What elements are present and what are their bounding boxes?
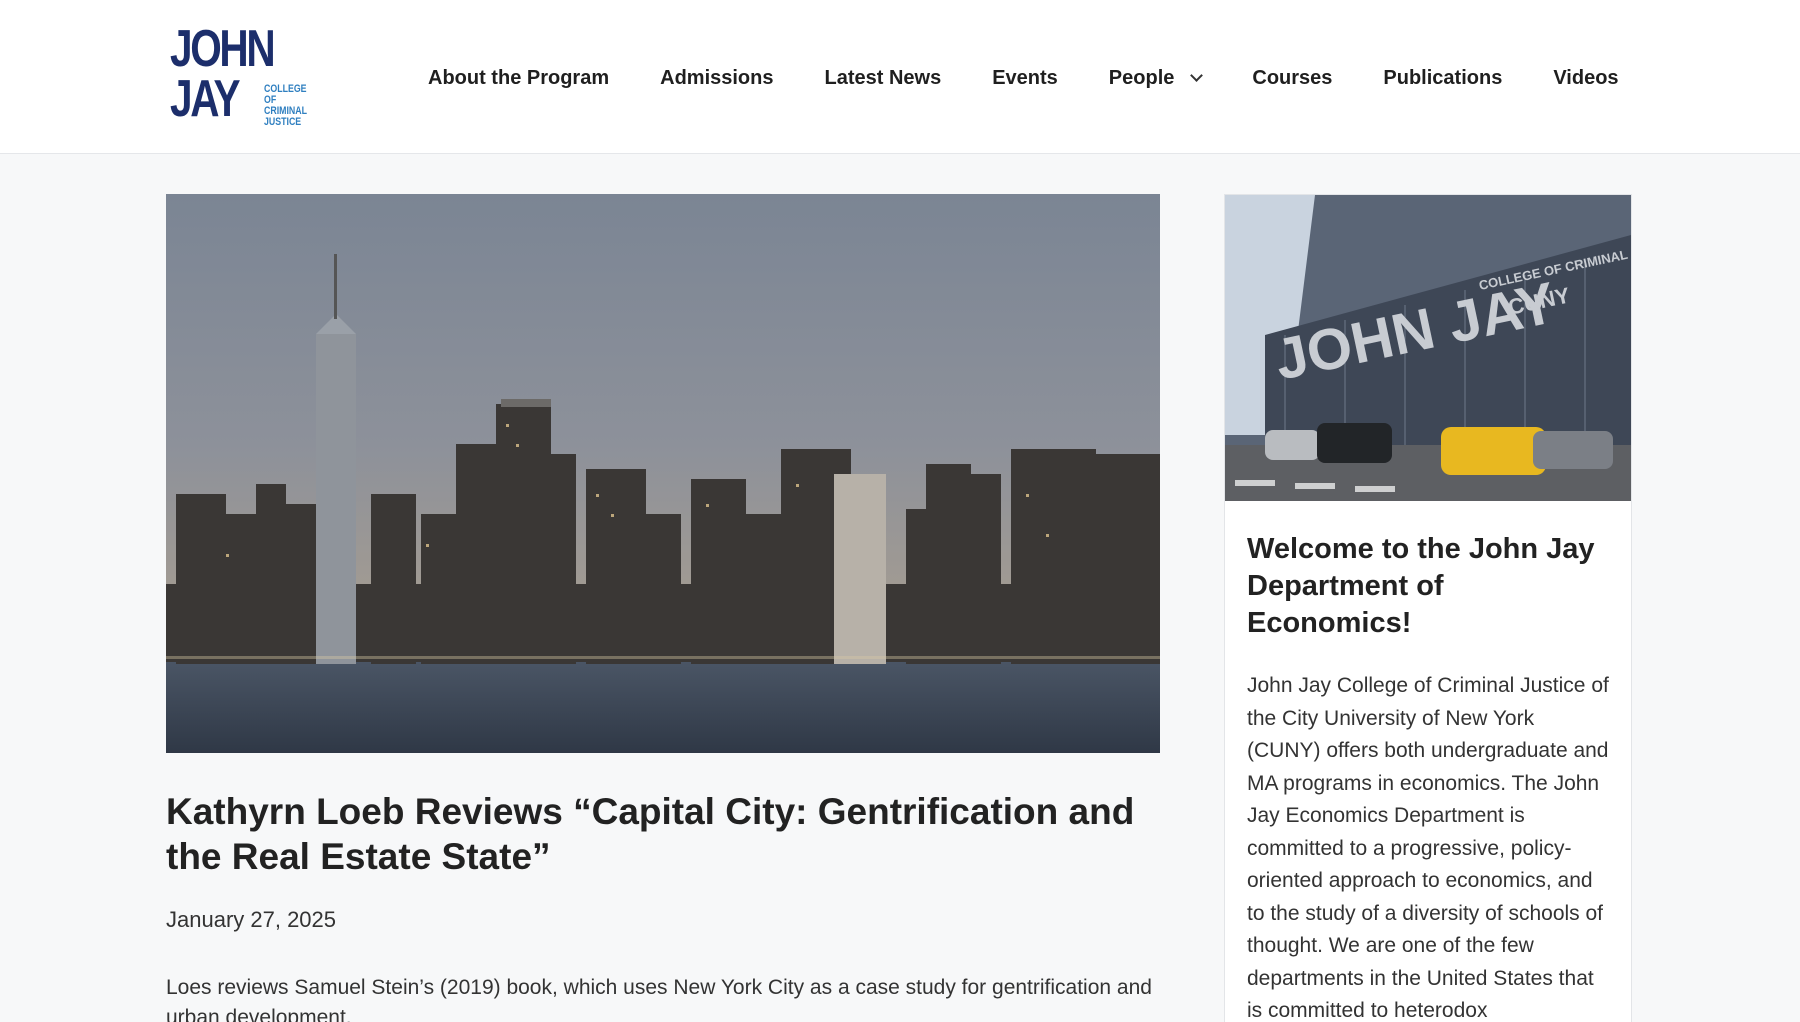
nav-events[interactable]: Events bbox=[992, 67, 1058, 90]
nav-courses[interactable]: Courses bbox=[1252, 67, 1332, 90]
logo-wordmark: JOHN JAY bbox=[170, 20, 276, 128]
sidebar-title: Welcome to the John Jay Department of Ec… bbox=[1247, 533, 1595, 639]
nav-videos[interactable]: Videos bbox=[1553, 67, 1618, 90]
chevron-down-icon bbox=[1190, 68, 1204, 82]
nav-people[interactable]: People bbox=[1108, 66, 1204, 90]
article-title[interactable]: Kathyrn Loeb Reviews “Capital City: Gent… bbox=[166, 789, 1146, 879]
article-excerpt: Loes reviews Samuel Stein’s (2019) book,… bbox=[166, 976, 1152, 1022]
nav-latest-news[interactable]: Latest News bbox=[824, 67, 941, 90]
hero-image-skyline[interactable] bbox=[166, 194, 1160, 753]
skyline-illustration bbox=[166, 194, 1160, 753]
john-jay-logo[interactable]: JOHN JAY COLLEGE OF CRIMINAL JUSTICE bbox=[170, 20, 316, 130]
building-illustration: JOHN JAY COLLEGE OF CRIMINAL JUSTICE CUN… bbox=[1225, 195, 1631, 501]
sidebar-image-john-jay-building: JOHN JAY COLLEGE OF CRIMINAL JUSTICE CUN… bbox=[1225, 195, 1631, 501]
nav-publications[interactable]: Publications bbox=[1383, 67, 1502, 90]
logo-subtitle: COLLEGE OF CRIMINAL JUSTICE bbox=[264, 83, 308, 128]
article-date: January 27, 2025 bbox=[166, 907, 337, 932]
main-content: Kathyrn Loeb Reviews “Capital City: Gent… bbox=[166, 194, 1160, 1022]
site-header: JOHN JAY COLLEGE OF CRIMINAL JUSTICE Abo… bbox=[0, 0, 1800, 154]
welcome-sidebar: JOHN JAY COLLEGE OF CRIMINAL JUSTICE CUN… bbox=[1224, 194, 1632, 1022]
nav-admissions[interactable]: Admissions bbox=[660, 67, 773, 90]
nav-about-the-program[interactable]: About the Program bbox=[428, 67, 609, 90]
sidebar-body: Welcome to the John Jay Department of Ec… bbox=[1225, 501, 1631, 1022]
main-nav: About the Program Admissions Latest News… bbox=[428, 66, 1619, 90]
nav-people-label: People bbox=[1108, 66, 1175, 89]
sidebar-text: John Jay College of Criminal Justice of … bbox=[1247, 674, 1609, 1022]
